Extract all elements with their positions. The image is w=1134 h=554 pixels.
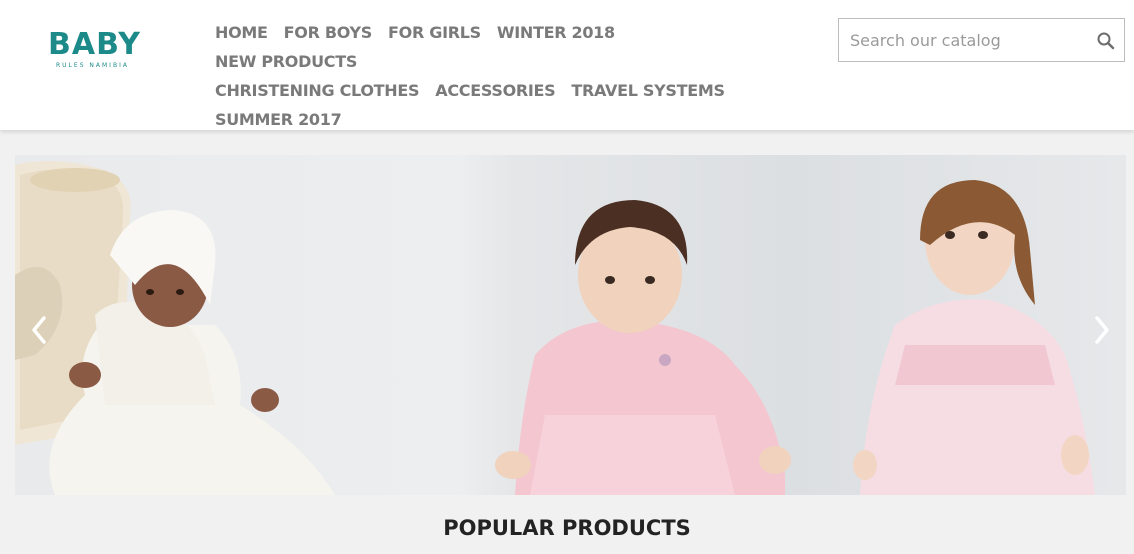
nav-item-travel-systems[interactable]: TRAVEL SYSTEMS [571, 76, 725, 105]
main-nav: HOME FOR BOYS FOR GIRLS WINTER 2018 NEW PROD… [215, 18, 775, 134]
chevron-left-icon[interactable] [29, 315, 49, 345]
logo-tagline: RULES NAMIBIA [56, 62, 129, 69]
section-title-popular-products: POPULAR PRODUCTS [443, 516, 691, 540]
baby-pink-dress-center [495, 200, 791, 495]
nav-item-new-products[interactable]: NEW PRODUCTS [215, 47, 357, 76]
nav-item-summer-2017[interactable]: SUMMER 2017 [215, 105, 342, 134]
nav-item-home[interactable]: HOME [215, 18, 268, 47]
nav-item-accessories[interactable]: ACCESSORIES [435, 76, 555, 105]
search-input[interactable] [839, 19, 1084, 61]
toddler-pink-dress-right [853, 180, 1095, 495]
search-box [838, 18, 1125, 62]
site-logo[interactable]: BABY RULES NAMIBIA [44, 22, 154, 84]
nav-item-winter-2018[interactable]: WINTER 2018 [497, 18, 615, 47]
nav-item-for-boys[interactable]: FOR BOYS [284, 18, 373, 47]
hero-slide-image [15, 161, 1095, 495]
site-header: BABY RULES NAMIBIA HOME FOR BOYS FOR GIRLS… [0, 0, 1134, 130]
logo-wordmark: BABY [48, 27, 142, 62]
search-icon[interactable] [1096, 31, 1116, 51]
nav-item-for-girls[interactable]: FOR GIRLS [388, 18, 481, 47]
nav-item-christening-clothes[interactable]: CHRISTENING CLOTHES [215, 76, 420, 105]
hero-slider[interactable] [15, 155, 1126, 495]
chevron-right-icon[interactable] [1092, 315, 1112, 345]
